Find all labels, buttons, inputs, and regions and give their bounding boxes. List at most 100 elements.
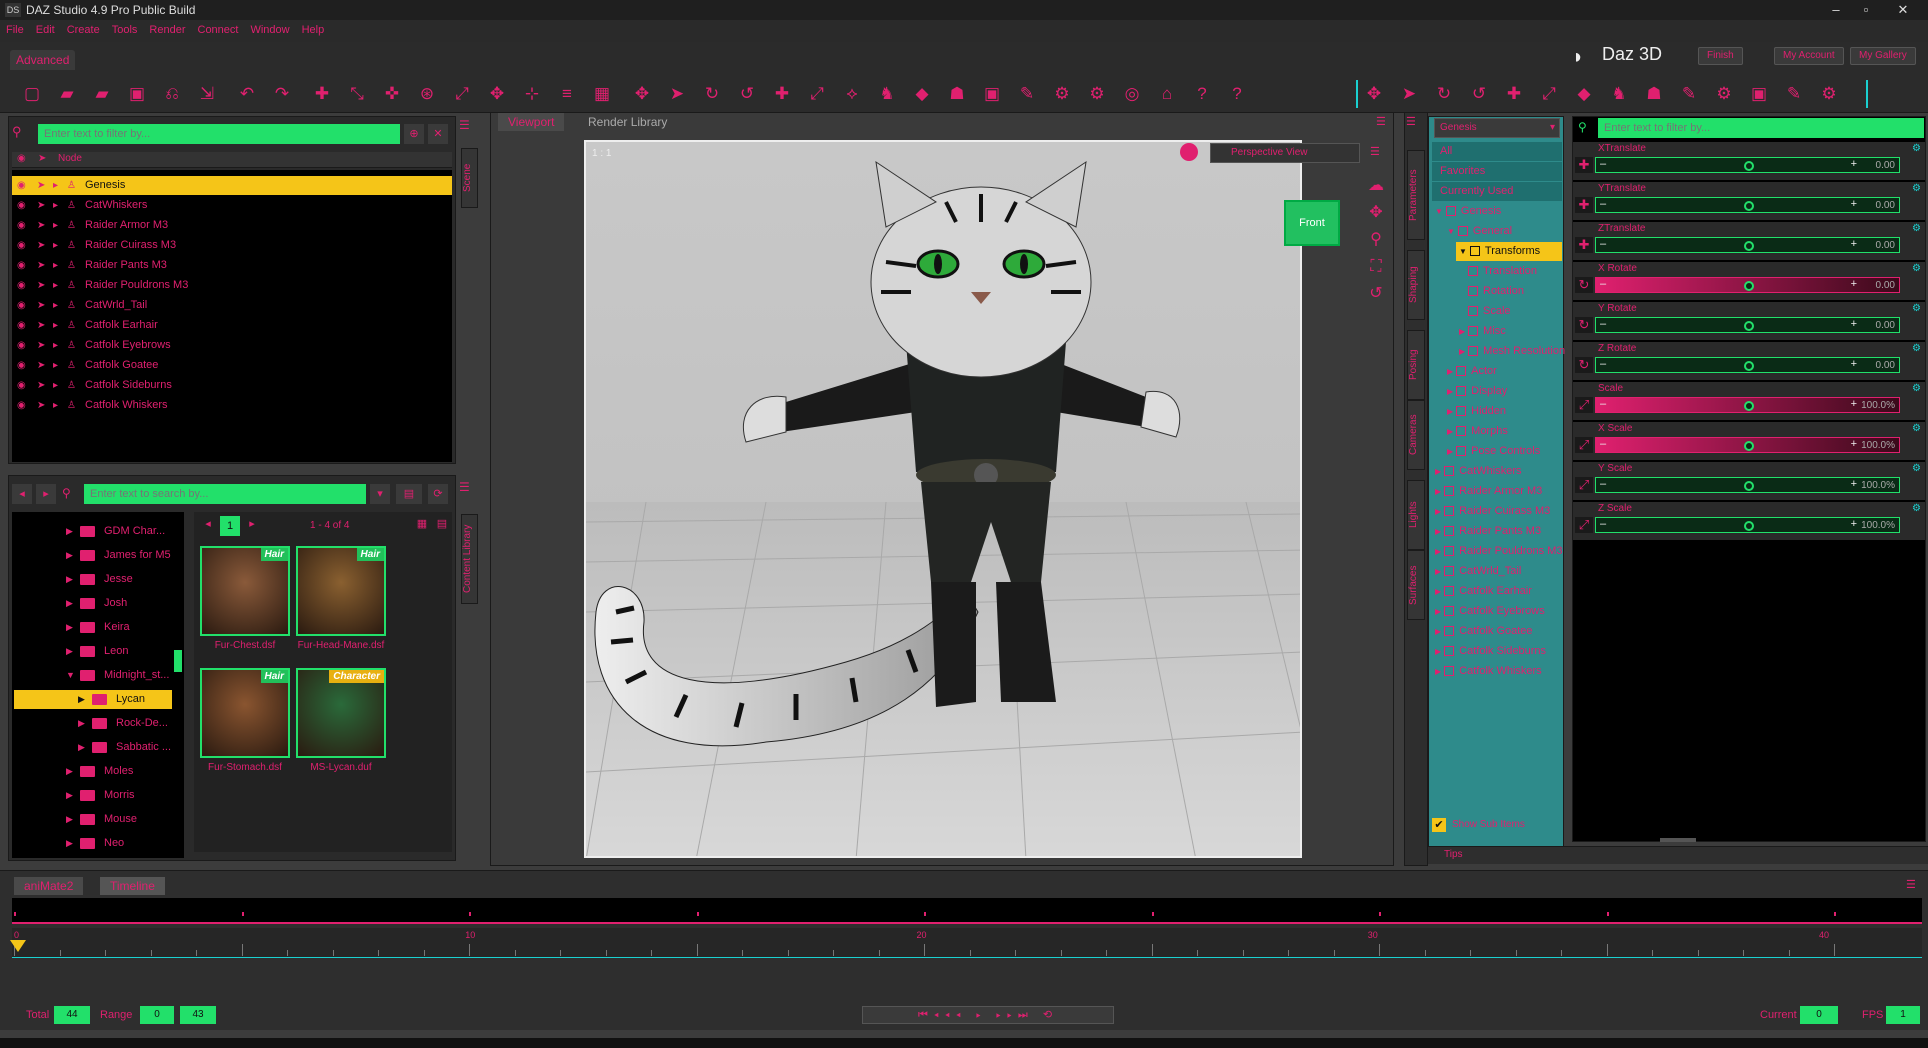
select-arrow-icon[interactable]: ➤: [37, 276, 49, 295]
params-tree-item[interactable]: ▶ Actor: [1444, 362, 1562, 381]
chevron-down-icon[interactable]: ▼: [1459, 247, 1467, 256]
slider-knob[interactable]: [1744, 521, 1754, 531]
params-tree-item[interactable]: ▶ Display: [1444, 382, 1562, 401]
parameter-value[interactable]: 100.0%: [1861, 480, 1895, 491]
menu-tools[interactable]: Tools: [112, 24, 138, 36]
toolbar-new-icon[interactable]: ▢: [20, 82, 44, 106]
chevron-down-icon[interactable]: ▼: [1447, 227, 1455, 236]
scene-node-row[interactable]: ◉ ➤ ▸ ♙ Catfolk Eyebrows: [12, 336, 452, 355]
menu-edit[interactable]: Edit: [36, 24, 55, 36]
chevron-right-icon[interactable]: ▶: [66, 546, 73, 565]
chevron-right-icon[interactable]: ▶: [66, 642, 73, 661]
tab-cameras[interactable]: Cameras: [1407, 400, 1425, 470]
expand-icon[interactable]: ▸: [53, 316, 65, 335]
toolbar-pointer-icon[interactable]: ➤: [665, 82, 689, 106]
scene-node-row[interactable]: ◉ ➤ ▸ ♙ Raider Pants M3: [12, 256, 452, 275]
keyframe-track[interactable]: [12, 898, 1922, 924]
folder-row[interactable]: ▶ Josh: [14, 594, 172, 613]
parameter-slider[interactable]: Y Rotate ⚙ ↻ – +0.00: [1573, 302, 1925, 340]
total-frames-field[interactable]: 44: [54, 1006, 90, 1024]
chevron-right-icon[interactable]: ▶: [1447, 387, 1453, 396]
chevron-down-icon[interactable]: ▼: [66, 666, 75, 685]
chevron-right-icon[interactable]: ▶: [1435, 647, 1441, 656]
slider-knob[interactable]: [1744, 241, 1754, 251]
toolbar-joint-icon[interactable]: ⊹: [520, 82, 544, 106]
toolbar-tool-0-icon[interactable]: ✥: [1362, 82, 1386, 106]
slider-track[interactable]: – +0.00: [1595, 357, 1900, 373]
parameter-slider[interactable]: Z Rotate ⚙ ↻ – +0.00: [1573, 342, 1925, 380]
tab-parameters[interactable]: Parameters: [1407, 150, 1425, 240]
toolbar-tool-10-icon[interactable]: ⚙: [1712, 82, 1736, 106]
chevron-right-icon[interactable]: ▶: [1435, 567, 1441, 576]
toolbar-tool-7-icon[interactable]: ♞: [1607, 82, 1631, 106]
toolbar-tool-4-icon[interactable]: ✚: [1502, 82, 1526, 106]
chevron-right-icon[interactable]: ▶: [1447, 427, 1453, 436]
params-tree-item[interactable]: Rotation: [1468, 282, 1562, 301]
back-arrow-icon[interactable]: ◂: [12, 484, 32, 504]
slider-track[interactable]: – +100.0%: [1595, 477, 1900, 493]
my-gallery-button[interactable]: My Gallery: [1850, 47, 1916, 65]
parameter-value[interactable]: 0.00: [1876, 320, 1895, 331]
params-tree-item[interactable]: ▶ Raider Pants M3: [1432, 522, 1562, 541]
menu-create[interactable]: Create: [67, 24, 100, 36]
toolbar-move-icon[interactable]: ✚: [770, 82, 794, 106]
refresh-icon[interactable]: ⟳: [428, 484, 448, 504]
expand-icon[interactable]: ▸: [53, 216, 65, 235]
scene-node-row[interactable]: ◉ ➤ ▸ ♙ Genesis: [12, 176, 452, 195]
slider-knob[interactable]: [1744, 201, 1754, 211]
slider-track[interactable]: – +0.00: [1595, 237, 1900, 253]
eye-icon[interactable]: ◉: [17, 216, 29, 235]
filter-clear-icon[interactable]: ✕: [428, 124, 448, 144]
decrement-icon[interactable]: –: [1600, 318, 1606, 330]
eye-icon[interactable]: ◉: [17, 356, 29, 375]
gear-icon[interactable]: ⚙: [1912, 503, 1921, 514]
expand-icon[interactable]: ▸: [53, 236, 65, 255]
eye-icon[interactable]: ◉: [17, 276, 29, 295]
menu-connect[interactable]: Connect: [198, 24, 239, 36]
finish-button[interactable]: Finish: [1698, 47, 1743, 65]
toolbar-tool-1-icon[interactable]: ➤: [1397, 82, 1421, 106]
toolbar-render-settings-icon[interactable]: ⚙: [1085, 82, 1109, 106]
asset-thumbnail[interactable]: Hair: [200, 546, 290, 636]
minimize-button[interactable]: –: [1823, 0, 1849, 20]
params-tree-item[interactable]: Favorites: [1432, 162, 1562, 181]
slider-track[interactable]: – +0.00: [1595, 157, 1900, 173]
chevron-right-icon[interactable]: ▶: [66, 594, 73, 613]
gear-icon[interactable]: ⚙: [1912, 303, 1921, 314]
folder-row[interactable]: ▶ Moles: [14, 762, 172, 781]
tab-timeline[interactable]: Timeline: [100, 877, 165, 895]
range-start-field[interactable]: 0: [140, 1006, 174, 1024]
expand-icon[interactable]: ▸: [53, 196, 65, 215]
parameter-slider[interactable]: Y Scale ⚙ ⤢ – +100.0%: [1573, 462, 1925, 500]
menu-help[interactable]: Help: [302, 24, 325, 36]
chevron-right-icon[interactable]: ▶: [78, 738, 85, 757]
eye-icon[interactable]: ◉: [17, 196, 29, 215]
chevron-right-icon[interactable]: ▶: [1435, 627, 1441, 636]
scene-node-row[interactable]: ◉ ➤ ▸ ♙ Raider Cuirass M3: [12, 236, 452, 255]
toolbar-shader-icon[interactable]: ◆: [910, 82, 934, 106]
slider-knob[interactable]: [1744, 361, 1754, 371]
select-arrow-icon[interactable]: ➤: [37, 216, 49, 235]
chevron-right-icon[interactable]: ▶: [78, 714, 85, 733]
params-tree-item[interactable]: ▶ Misc: [1456, 322, 1562, 341]
decrement-icon[interactable]: –: [1600, 478, 1606, 490]
slider-track[interactable]: – +0.00: [1595, 197, 1900, 213]
timeline-ruler[interactable]: [12, 928, 1922, 958]
expand-icon[interactable]: ▸: [53, 336, 65, 355]
toolbar-node-select-icon[interactable]: ✚: [310, 82, 334, 106]
slider-track[interactable]: – +100.0%: [1595, 437, 1900, 453]
parameter-slider[interactable]: Scale ⚙ ⤢ – +100.0%: [1573, 382, 1925, 420]
toolbar-tool-13-icon[interactable]: ⚙: [1817, 82, 1841, 106]
playhead-icon[interactable]: [10, 940, 26, 952]
parameter-slider[interactable]: YTranslate ⚙ ✚ – +0.00: [1573, 182, 1925, 220]
page-number[interactable]: 1: [220, 516, 240, 536]
tab-surfaces[interactable]: Surfaces: [1407, 550, 1425, 620]
grid-view-icon[interactable]: ▦: [414, 517, 430, 535]
gear-icon[interactable]: ⚙: [1912, 463, 1921, 474]
params-tree-item[interactable]: All: [1432, 142, 1562, 161]
scene-node-row[interactable]: ◉ ➤ ▸ ♙ CatWrld_Tail: [12, 296, 452, 315]
toolbar-tool-11-icon[interactable]: ▣: [1747, 82, 1771, 106]
scene-node-row[interactable]: ◉ ➤ ▸ ♙ Raider Pouldrons M3: [12, 276, 452, 295]
folder-row[interactable]: ▶ Lycan: [14, 690, 172, 709]
toolbar-grid-icon[interactable]: ▦: [590, 82, 614, 106]
